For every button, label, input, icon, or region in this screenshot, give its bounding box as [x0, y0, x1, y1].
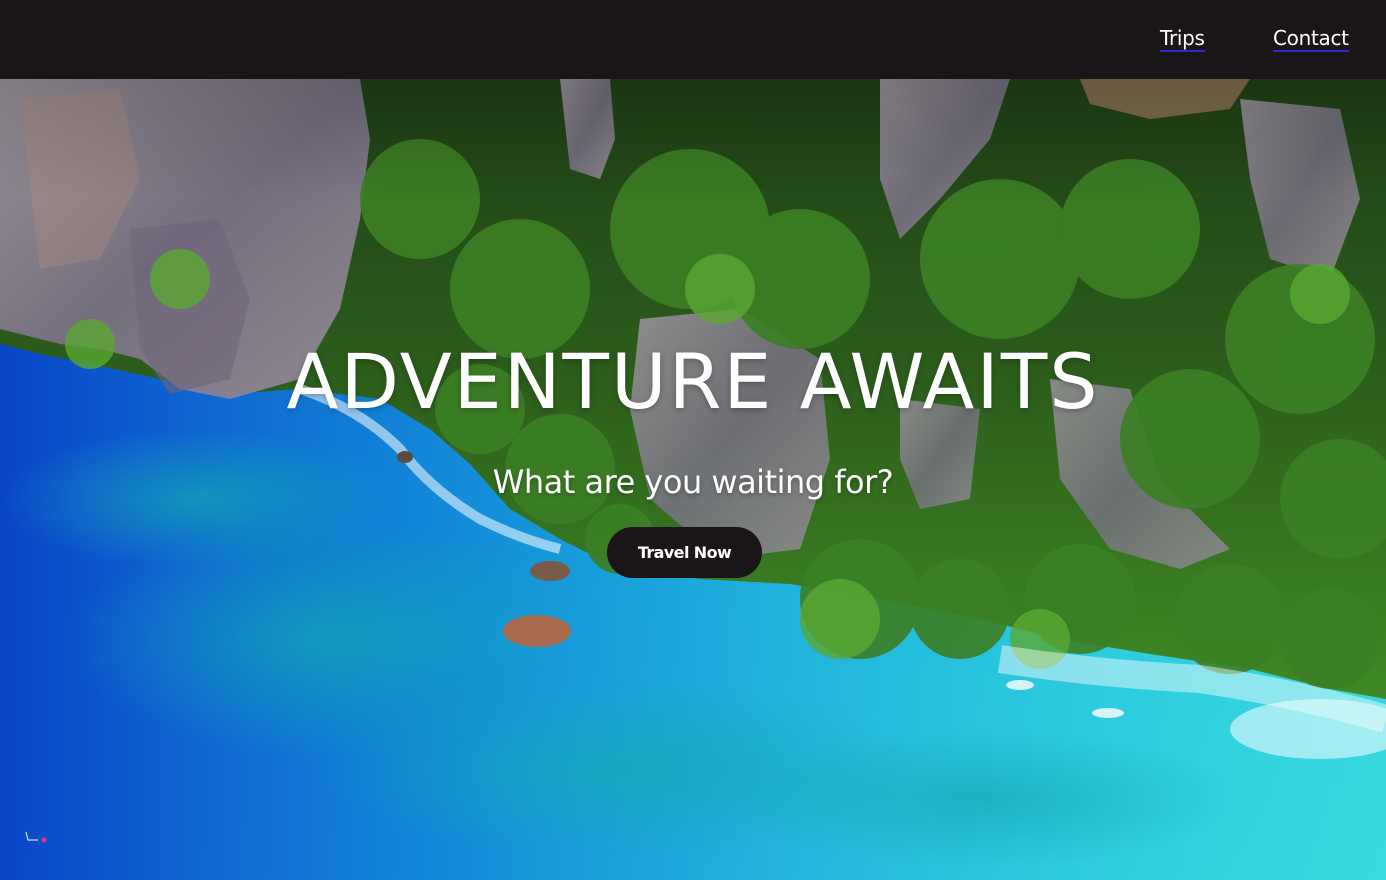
top-navbar: Trips Contact — [0, 0, 1386, 79]
nav-link-trips[interactable]: Trips — [1160, 26, 1205, 52]
hero-section: ADVENTURE AWAITS What are you waiting fo… — [0, 79, 1386, 880]
page: Trips Contact ADVENTURE AWAITS What are … — [0, 0, 1386, 880]
hero-subtitle: What are you waiting for? — [492, 463, 894, 501]
hero-title: ADVENTURE AWAITS — [286, 337, 1100, 426]
travel-now-button[interactable]: Travel Now — [607, 527, 762, 578]
nav-link-contact[interactable]: Contact — [1273, 26, 1349, 52]
corner-marker-icon — [25, 831, 47, 843]
